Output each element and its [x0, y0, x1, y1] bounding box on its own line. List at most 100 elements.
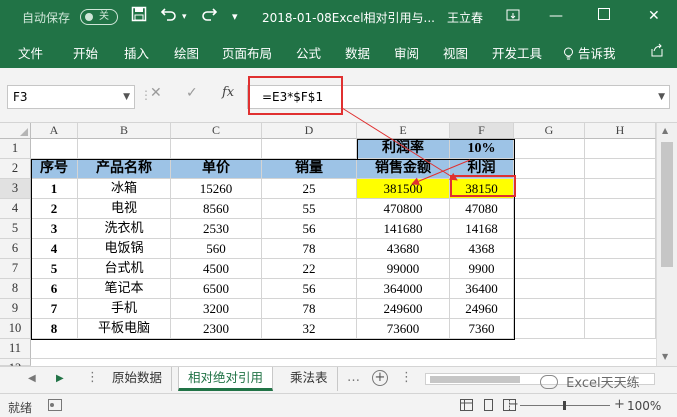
more-sheets-icon[interactable]: ⋮	[86, 370, 99, 385]
cell-e9[interactable]: 249600	[357, 299, 450, 319]
tab-formulas[interactable]: 公式	[296, 43, 321, 62]
cell-c10[interactable]: 2300	[171, 319, 262, 339]
cell-e1[interactable]: 利润率	[357, 139, 450, 159]
cell-g2[interactable]	[514, 159, 585, 179]
cell-b8[interactable]: 笔记本	[78, 279, 171, 299]
minimize-icon[interactable]: —	[549, 8, 563, 24]
cell-c6[interactable]: 560	[171, 239, 262, 259]
cell-a6[interactable]: 4	[31, 239, 78, 259]
row-header-4[interactable]: 4	[0, 199, 31, 219]
cell-e2[interactable]: 销售金额	[357, 159, 450, 179]
tab-data[interactable]: 数据	[345, 43, 370, 62]
cell-c1[interactable]	[171, 139, 262, 159]
col-header-c[interactable]: C	[171, 123, 262, 139]
expand-formula-icon[interactable]: ▼	[658, 86, 665, 108]
cell-g10[interactable]	[514, 319, 585, 339]
cell-d6[interactable]: 78	[262, 239, 357, 259]
autosave-toggle[interactable]: 关	[80, 9, 118, 25]
scroll-up-icon[interactable]: ▲	[662, 126, 668, 135]
cell-h5[interactable]	[585, 219, 656, 239]
cell-b10[interactable]: 平板电脑	[78, 319, 171, 339]
col-header-h[interactable]: H	[585, 123, 656, 139]
cell-c4[interactable]: 8560	[171, 199, 262, 219]
worksheet-grid[interactable]: A B C D E F G H 1 2 3 4 5 6 7 8 9 10 11 …	[0, 123, 677, 375]
cell-g6[interactable]	[514, 239, 585, 259]
cell-c7[interactable]: 4500	[171, 259, 262, 279]
col-header-d[interactable]: D	[262, 123, 357, 139]
cell-g8[interactable]	[514, 279, 585, 299]
col-header-e[interactable]: E	[357, 123, 450, 139]
cell-h10[interactable]	[585, 319, 656, 339]
cell-b6[interactable]: 电饭锅	[78, 239, 171, 259]
cell-a1[interactable]	[31, 139, 78, 159]
cell-h2[interactable]	[585, 159, 656, 179]
cell-d2[interactable]: 销量	[262, 159, 357, 179]
cell-h3[interactable]	[585, 179, 656, 199]
undo-dropdown-icon[interactable]: ▾	[182, 12, 187, 22]
cell-a9[interactable]: 7	[31, 299, 78, 319]
cell-d10[interactable]: 32	[262, 319, 357, 339]
cell-f4[interactable]: 47080	[450, 199, 514, 219]
row-header-7[interactable]: 7	[0, 259, 31, 279]
cell-a4[interactable]: 2	[31, 199, 78, 219]
horizontal-scroll-thumb[interactable]	[430, 376, 520, 383]
cell-c3[interactable]: 15260	[171, 179, 262, 199]
save-icon[interactable]	[131, 6, 147, 26]
cell-b9[interactable]: 手机	[78, 299, 171, 319]
cell-a2[interactable]: 序号	[31, 159, 78, 179]
name-box-dropdown-icon[interactable]: ▼	[123, 86, 130, 108]
cell-f6[interactable]: 4368	[450, 239, 514, 259]
row-header-10[interactable]: 10	[0, 319, 31, 339]
sheet-tab-multiplication[interactable]: 乘法表	[281, 367, 338, 391]
zoom-level[interactable]: 100%	[627, 399, 661, 413]
col-header-g[interactable]: G	[514, 123, 585, 139]
tab-draw[interactable]: 绘图	[174, 43, 199, 62]
cell-d7[interactable]: 22	[262, 259, 357, 279]
cell-d4[interactable]: 55	[262, 199, 357, 219]
next-sheet-icon[interactable]: ▶	[56, 373, 64, 384]
cell-g3[interactable]	[514, 179, 585, 199]
user-name[interactable]: 王立春	[447, 9, 483, 26]
divider-icon[interactable]: ⋮	[400, 370, 413, 385]
cell-a10[interactable]: 8	[31, 319, 78, 339]
sheet-tab-original[interactable]: 原始数据	[103, 367, 173, 391]
row-header-11[interactable]: 11	[0, 339, 31, 359]
cell-h4[interactable]	[585, 199, 656, 219]
prev-sheet-icon[interactable]: ◀	[28, 373, 36, 384]
row-header-1[interactable]: 1	[0, 139, 31, 159]
cell-d5[interactable]: 56	[262, 219, 357, 239]
customize-toolbar-icon[interactable]: ▾	[232, 10, 238, 23]
add-sheet-icon[interactable]: +	[372, 370, 388, 386]
insert-function-icon[interactable]: fx	[222, 85, 234, 100]
cell-c5[interactable]: 2530	[171, 219, 262, 239]
scroll-down-icon[interactable]: ▼	[662, 352, 668, 361]
cell-a7[interactable]: 5	[31, 259, 78, 279]
cell-c9[interactable]: 3200	[171, 299, 262, 319]
tab-home[interactable]: 开始	[73, 43, 98, 62]
row-header-5[interactable]: 5	[0, 219, 31, 239]
row-header-6[interactable]: 6	[0, 239, 31, 259]
col-header-f[interactable]: F	[450, 123, 514, 139]
col-header-b[interactable]: B	[78, 123, 171, 139]
tab-review[interactable]: 审阅	[394, 43, 419, 62]
cell-f10[interactable]: 7360	[450, 319, 514, 339]
cell-e5[interactable]: 141680	[357, 219, 450, 239]
cell-h9[interactable]	[585, 299, 656, 319]
name-box[interactable]: F3 ▼	[7, 85, 135, 109]
cell-h1[interactable]	[585, 139, 656, 159]
cell-d9[interactable]: 78	[262, 299, 357, 319]
zoom-slider-knob[interactable]	[563, 401, 566, 410]
undo-icon[interactable]	[160, 6, 178, 26]
vertical-scroll-thumb[interactable]	[661, 142, 673, 267]
row-12-cells[interactable]	[31, 359, 656, 366]
page-layout-view-icon[interactable]	[482, 399, 495, 414]
sheet-tab-relative-absolute[interactable]: 相对绝对引用	[178, 367, 274, 391]
redo-icon[interactable]	[200, 6, 218, 26]
cell-b3[interactable]: 冰箱	[78, 179, 171, 199]
close-icon[interactable]: ✕	[648, 8, 660, 24]
cell-e4[interactable]: 470800	[357, 199, 450, 219]
cell-a3[interactable]: 1	[31, 179, 78, 199]
tab-developer[interactable]: 开发工具	[492, 43, 542, 62]
cell-b7[interactable]: 台式机	[78, 259, 171, 279]
row-header-12[interactable]: 12	[0, 359, 31, 375]
